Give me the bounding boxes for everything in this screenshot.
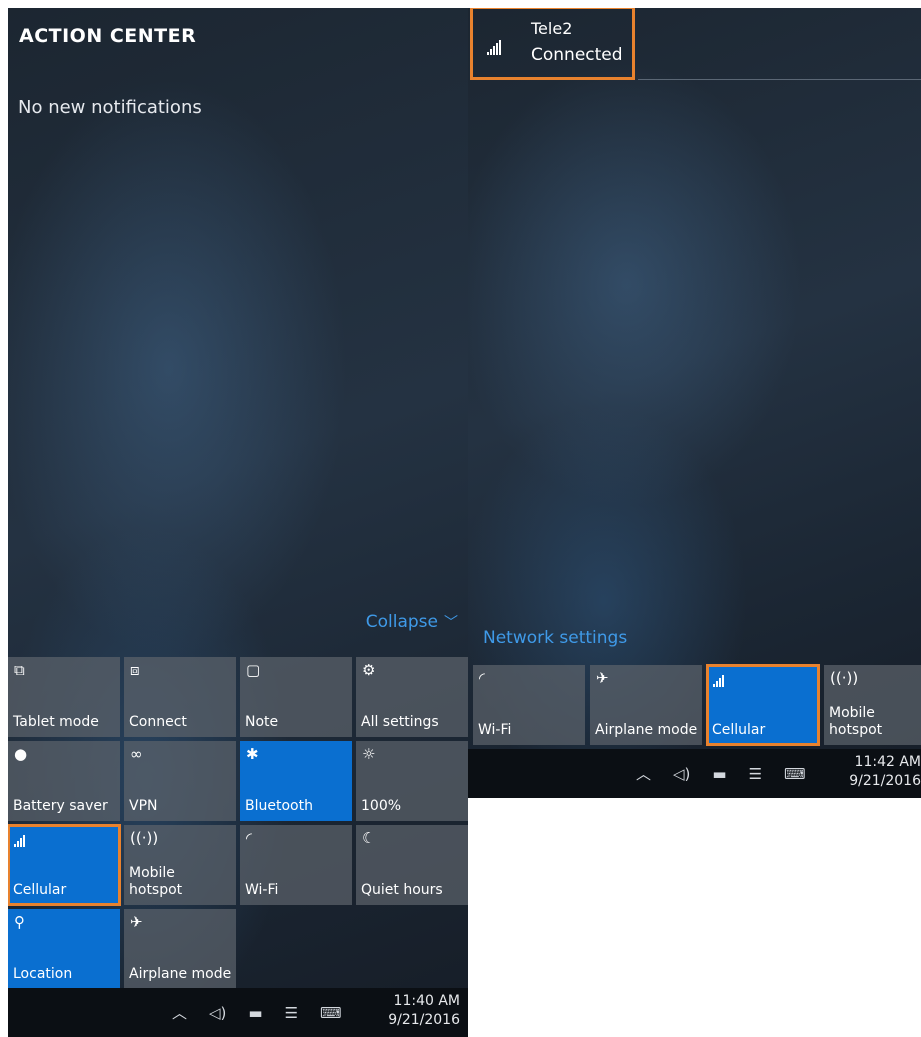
tile-label: Airplane mode — [129, 966, 232, 982]
clock-time: 11:42 AM — [854, 754, 921, 770]
cellular-icon — [14, 829, 26, 847]
quiet-hours-icon: ☾ — [362, 829, 376, 847]
taskbar: ︿ ◁) ▬ ☰ ⌨ 11:40 AM 9/21/2016 — [8, 988, 468, 1037]
tile-bluetooth[interactable]: ✱ Bluetooth — [240, 741, 352, 821]
clock[interactable]: 11:42 AM 9/21/2016 — [849, 753, 921, 791]
vpn-icon: ∞ — [130, 745, 143, 763]
tile-tablet-mode[interactable]: ⧉ Tablet mode — [8, 657, 120, 737]
clock-date: 9/21/2016 — [849, 773, 921, 789]
connect-icon: ⧈ — [130, 661, 140, 679]
bluetooth-icon: ✱ — [246, 745, 259, 763]
tile-label: Wi-Fi — [245, 882, 279, 898]
tile-airplane-mode[interactable]: ✈ Airplane mode — [590, 665, 702, 745]
gear-icon: ⚙ — [362, 661, 376, 679]
tile-label: Battery saver — [13, 798, 108, 814]
keyboard-icon[interactable]: ⌨ — [784, 765, 806, 783]
chevron-up-icon[interactable]: ︿ — [636, 763, 651, 784]
action-center-icon[interactable]: ☰ — [749, 765, 762, 783]
clock-time: 11:40 AM — [393, 993, 460, 1009]
network-connection-item[interactable]: Tele2 Connected — [470, 8, 635, 80]
system-tray: ︿ ◁) ▬ ☰ ⌨ — [636, 749, 828, 798]
tile-cellular[interactable]: Cellular — [706, 664, 820, 746]
action-center-icon[interactable]: ☰ — [285, 1004, 298, 1022]
battery-icon[interactable]: ▬ — [712, 765, 726, 783]
tile-quiet-hours[interactable]: ☾ Quiet hours — [356, 825, 468, 905]
battery-saver-icon: ● — [14, 745, 28, 763]
tile-connect[interactable]: ⧈ Connect — [124, 657, 236, 737]
no-notifications-text: No new notifications — [18, 97, 202, 118]
tile-location[interactable]: ⚲ Location — [8, 909, 120, 989]
tile-label: Tablet mode — [13, 714, 99, 730]
tile-label: Cellular — [712, 722, 766, 738]
tile-mobile-hotspot[interactable]: ((·)) Mobile hotspot — [824, 665, 921, 745]
tile-label: Wi-Fi — [478, 722, 512, 738]
signal-strength-icon — [487, 40, 502, 55]
mobile-hotspot-icon: ((·)) — [830, 669, 859, 687]
tile-label: Note — [245, 714, 279, 730]
tile-label: All settings — [361, 714, 439, 730]
collapse-button[interactable]: Collapse ﹀ — [366, 612, 458, 632]
clock-date: 9/21/2016 — [388, 1012, 460, 1028]
action-center-panel-expanded: ACTION CENTER No new notifications Colla… — [8, 8, 468, 1037]
mobile-hotspot-icon: ((·)) — [130, 829, 159, 847]
tile-cellular[interactable]: Cellular — [8, 824, 121, 906]
tile-wi-fi[interactable]: ◜ Wi-Fi — [240, 825, 352, 905]
airplane-icon: ✈ — [130, 913, 143, 931]
network-flyout-panel: Tele2 Connected Network settings ◜ Wi-Fi ✈… — [468, 8, 921, 798]
network-name: Tele2 — [531, 19, 573, 38]
taskbar: ︿ ◁) ▬ ☰ ⌨ 11:42 AM 9/21/2016 — [468, 749, 921, 798]
tile-label: Mobile hotspot — [129, 865, 183, 898]
tile-vpn[interactable]: ∞ VPN — [124, 741, 236, 821]
tile-wi-fi[interactable]: ◜ Wi-Fi — [473, 665, 585, 745]
tablet-mode-icon: ⧉ — [14, 661, 25, 679]
tile-mobile-hotspot[interactable]: ((·)) Mobile hotspot — [124, 825, 236, 905]
tile-label: VPN — [129, 798, 158, 814]
clock[interactable]: 11:40 AM 9/21/2016 — [388, 992, 460, 1030]
note-icon: ▢ — [246, 661, 261, 679]
volume-icon[interactable]: ◁) — [209, 1004, 226, 1022]
tile-label: Quiet hours — [361, 882, 443, 898]
tile-label: Cellular — [13, 882, 67, 898]
chevron-down-icon: ﹀ — [444, 615, 458, 631]
airplane-icon: ✈ — [596, 669, 609, 687]
action-center-title: ACTION CENTER — [19, 25, 197, 47]
wifi-icon: ◜ — [246, 829, 252, 847]
tile-label: 100% — [361, 798, 402, 814]
tile-battery-saver[interactable]: ● Battery saver — [8, 741, 120, 821]
tile-label: Airplane mode — [595, 722, 698, 738]
battery-icon[interactable]: ▬ — [248, 1004, 262, 1022]
tile-100[interactable]: ☼ 100% — [356, 741, 468, 821]
tile-label: Bluetooth — [245, 798, 313, 814]
location-icon: ⚲ — [14, 913, 25, 931]
tile-airplane-mode[interactable]: ✈ Airplane mode — [124, 909, 236, 989]
tile-note[interactable]: ▢ Note — [240, 657, 352, 737]
network-status: Connected — [531, 45, 623, 65]
keyboard-icon[interactable]: ⌨ — [320, 1004, 342, 1022]
wifi-icon: ◜ — [479, 669, 485, 687]
system-tray: ︿ ◁) ▬ ☰ ⌨ — [172, 988, 364, 1037]
tile-all-settings[interactable]: ⚙ All settings — [356, 657, 468, 737]
tile-label: Connect — [129, 714, 187, 730]
cellular-icon — [713, 669, 725, 687]
divider — [638, 79, 921, 80]
tile-label: Mobile hotspot — [829, 705, 883, 738]
chevron-up-icon[interactable]: ︿ — [172, 1002, 187, 1023]
network-settings-link[interactable]: Network settings — [483, 628, 627, 648]
volume-icon[interactable]: ◁) — [673, 765, 690, 783]
tile-label: Location — [13, 966, 73, 982]
collapse-label: Collapse — [365, 612, 438, 632]
brightness-icon: ☼ — [362, 745, 376, 763]
